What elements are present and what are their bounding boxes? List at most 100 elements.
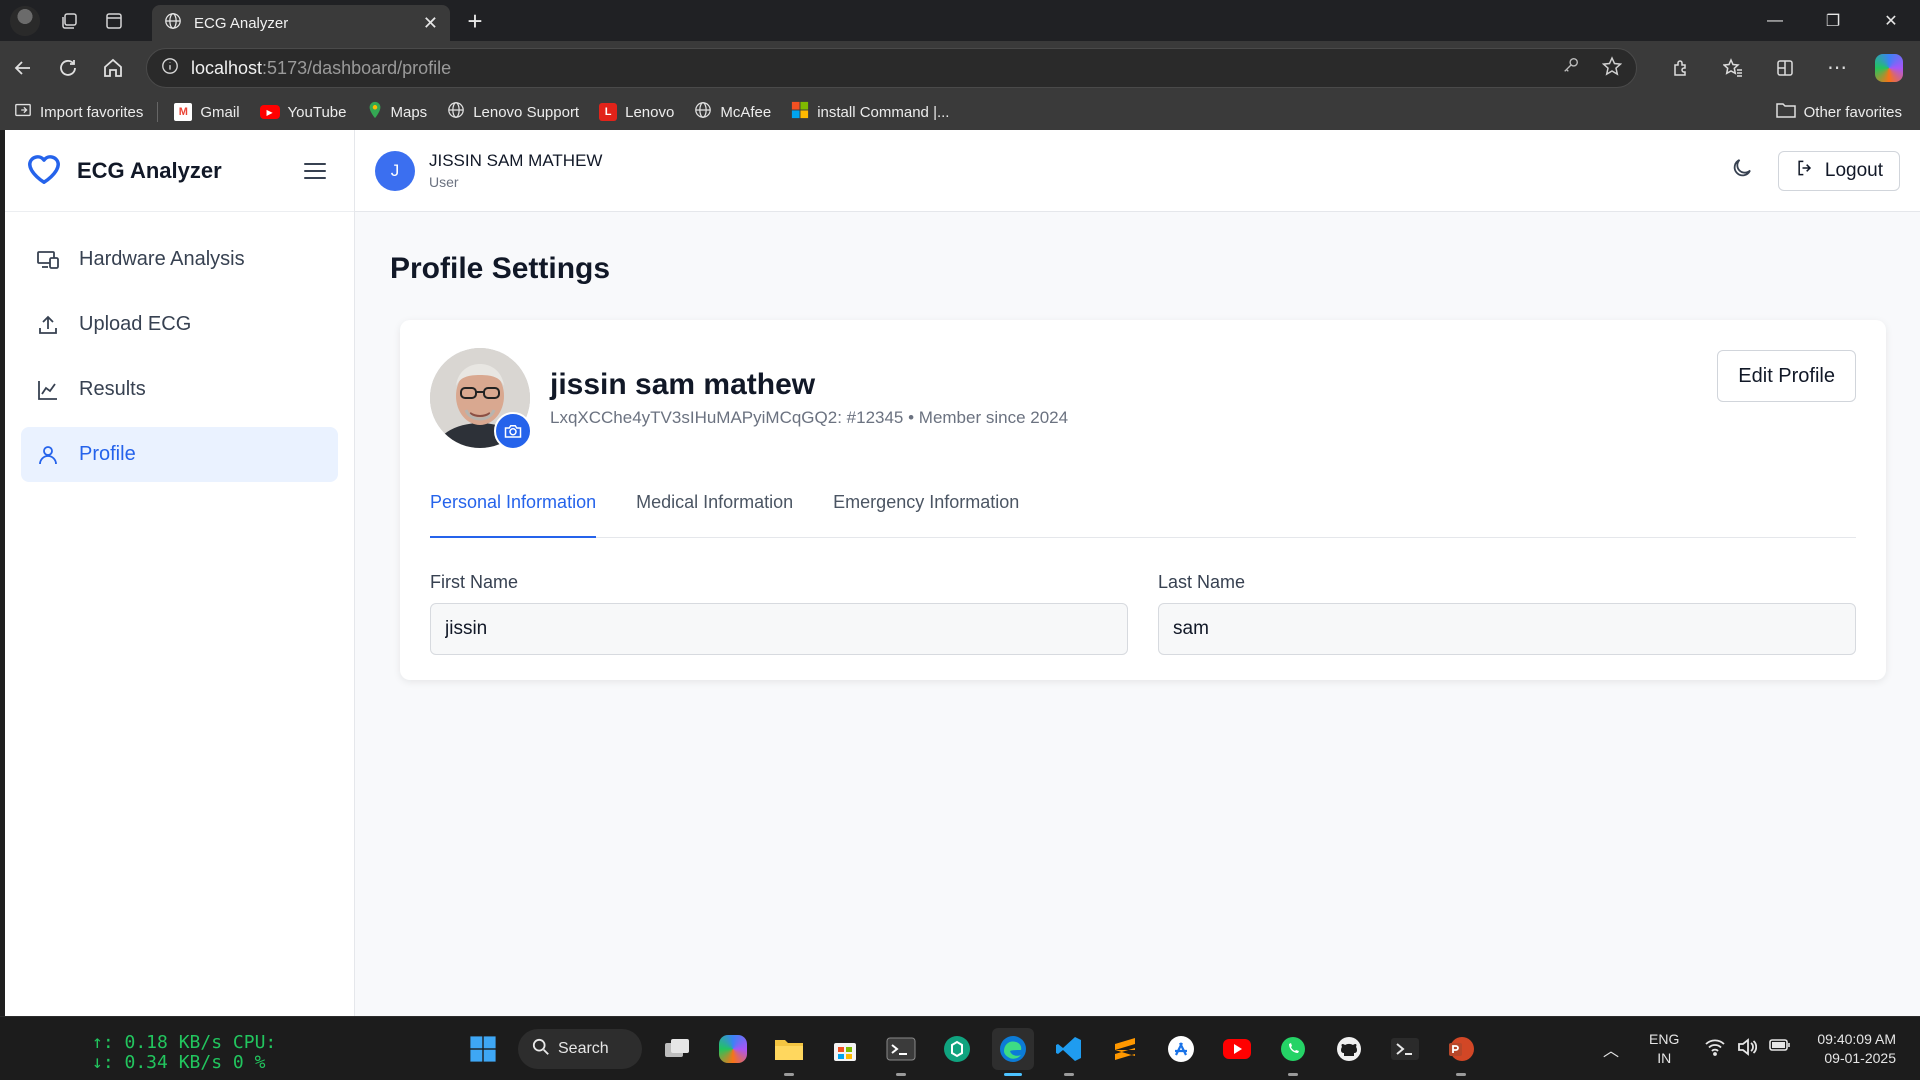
network-monitor: ↑: 0.18 KB/s CPU: ↓: 0.34 KB/s 0 % xyxy=(92,1033,276,1073)
maps-icon xyxy=(367,101,383,123)
import-icon xyxy=(14,101,32,123)
github-icon[interactable] xyxy=(1328,1028,1370,1070)
sidebar-item-upload-ecg[interactable]: Upload ECG xyxy=(21,297,338,352)
key-icon[interactable] xyxy=(1562,56,1580,81)
minimize-icon[interactable]: — xyxy=(1746,0,1804,41)
terminal-icon[interactable] xyxy=(880,1028,922,1076)
last-name-input[interactable] xyxy=(1158,603,1856,655)
copilot-app-icon[interactable] xyxy=(712,1028,754,1070)
lang-bottom: IN xyxy=(1657,1050,1672,1066)
profile-card: jissin sam mathew LxqXCChe4yTV3sIHuMAPyi… xyxy=(400,320,1886,680)
sidebar-item-hardware-analysis[interactable]: Hardware Analysis xyxy=(21,232,338,287)
restore-icon[interactable]: ❐ xyxy=(1804,0,1862,41)
youtube-icon: ▶ xyxy=(259,105,280,119)
tab-emergency-information[interactable]: Emergency Information xyxy=(833,486,1019,537)
bookmark-mcafee[interactable]: McAfee xyxy=(694,101,771,123)
bookmark-label: install Command |... xyxy=(817,103,950,121)
collections-icon[interactable] xyxy=(1766,49,1804,87)
edit-profile-button[interactable]: Edit Profile xyxy=(1717,350,1856,402)
address-bar[interactable]: localhost:5173/dashboard/profile xyxy=(146,48,1637,88)
profile-tabs: Personal Information Medical Information… xyxy=(430,486,1856,538)
bookmark-label: Maps xyxy=(390,103,428,121)
refresh-icon[interactable] xyxy=(46,46,90,90)
bookmark-maps[interactable]: Maps xyxy=(367,101,428,123)
powerpoint-icon[interactable] xyxy=(1440,1028,1482,1076)
sublime-icon[interactable] xyxy=(1104,1028,1146,1070)
browser-tab-bar: ECG Analyzer ✕ + — ❐ ✕ xyxy=(0,0,1920,41)
bookmark-lenovo[interactable]: L Lenovo xyxy=(599,103,674,121)
clock[interactable]: 09:40:09 AM 09-01-2025 xyxy=(1817,1030,1896,1068)
app-header: J JISSIN SAM MATHEW User Logout xyxy=(355,130,1920,212)
hamburger-menu-icon[interactable] xyxy=(304,162,326,179)
taskbar-search[interactable]: Search xyxy=(518,1029,642,1069)
browser-profile-avatar[interactable] xyxy=(10,5,40,36)
extensions-icon[interactable] xyxy=(1662,49,1700,87)
clock-date: 09-01-2025 xyxy=(1824,1050,1896,1066)
bookmark-label: Import favorites xyxy=(40,103,144,121)
language-indicator[interactable]: ENG IN xyxy=(1649,1030,1679,1068)
new-tab-button[interactable]: + xyxy=(458,4,492,38)
sidebar-item-label: Hardware Analysis xyxy=(79,248,245,270)
logout-button[interactable]: Logout xyxy=(1777,150,1900,191)
bookmark-label: YouTube xyxy=(287,103,347,121)
vertical-tabs-icon[interactable] xyxy=(92,0,136,41)
workspaces-icon[interactable] xyxy=(48,0,92,41)
powershell-icon[interactable] xyxy=(1384,1028,1426,1070)
last-name-label: Last Name xyxy=(1158,572,1246,592)
tray-icons[interactable] xyxy=(1705,1037,1791,1061)
profile-info: jissin sam mathew LxqXCChe4yTV3sIHuMAPyi… xyxy=(550,368,1068,428)
vscode-icon[interactable] xyxy=(1048,1028,1090,1076)
first-name-label: First Name xyxy=(430,572,519,592)
other-favorites-label: Other favorites xyxy=(1803,103,1902,121)
close-window-icon[interactable]: ✕ xyxy=(1862,0,1920,41)
profile-header: jissin sam mathew LxqXCChe4yTV3sIHuMAPyi… xyxy=(430,348,1856,450)
sidebar-item-results[interactable]: Results xyxy=(21,362,338,417)
back-arrow-icon[interactable] xyxy=(1,46,45,90)
brand-name: ECG Analyzer xyxy=(77,157,222,183)
whatsapp-icon[interactable] xyxy=(1272,1028,1314,1076)
first-name-input[interactable] xyxy=(430,603,1128,655)
camera-icon[interactable] xyxy=(494,412,532,450)
favorites-icon[interactable] xyxy=(1714,49,1752,87)
tab-personal-information[interactable]: Personal Information xyxy=(430,486,597,538)
avatar[interactable]: J xyxy=(375,150,415,191)
home-icon[interactable] xyxy=(91,46,135,90)
sidebar: ECG Analyzer Hardware Analysis Upload EC… xyxy=(5,130,355,1016)
bookmark-import-favorites[interactable]: Import favorites xyxy=(14,101,143,123)
task-view-icon[interactable] xyxy=(656,1028,698,1070)
clock-time: 09:40:09 AM xyxy=(1817,1031,1896,1047)
volume-icon xyxy=(1737,1037,1758,1061)
edge-browser-icon[interactable] xyxy=(992,1028,1034,1076)
bookmark-lenovo-support[interactable]: Lenovo Support xyxy=(447,101,579,123)
copilot-icon[interactable] xyxy=(1870,49,1908,87)
wifi-icon xyxy=(1705,1038,1725,1061)
chatgpt-icon[interactable] xyxy=(936,1028,978,1070)
bookmark-label: Lenovo Support xyxy=(473,103,580,121)
logout-icon xyxy=(1795,158,1815,184)
favorite-star-icon[interactable] xyxy=(1601,55,1623,81)
globe-icon xyxy=(694,101,712,123)
chevron-up-icon[interactable]: ︿ xyxy=(1603,1037,1619,1061)
other-favorites[interactable]: Other favorites xyxy=(1775,94,1902,130)
bookmark-youtube[interactable]: ▶ YouTube xyxy=(259,103,347,121)
bookmark-install-command[interactable]: install Command |... xyxy=(791,101,949,123)
tab-medical-information[interactable]: Medical Information xyxy=(636,486,793,537)
page-title: Profile Settings xyxy=(390,252,611,285)
sidebar-item-profile[interactable]: Profile xyxy=(21,427,338,482)
cpu-value: 0 % xyxy=(232,1052,266,1073)
bookmark-gmail[interactable]: M Gmail xyxy=(174,103,240,121)
windows-start-icon[interactable] xyxy=(462,1028,504,1070)
window-controls: — ❐ ✕ xyxy=(1746,0,1920,41)
site-info-icon[interactable] xyxy=(161,57,179,80)
more-options-icon[interactable]: ⋯ xyxy=(1818,49,1856,87)
app-store-icon[interactable] xyxy=(1160,1028,1202,1070)
close-tab-icon[interactable]: ✕ xyxy=(423,13,438,34)
sidebar-nav: Hardware Analysis Upload ECG Results Pro… xyxy=(5,212,354,502)
dark-mode-toggle-icon[interactable] xyxy=(1730,156,1754,185)
tab-ecg-analyzer[interactable]: ECG Analyzer ✕ xyxy=(152,5,450,41)
user-name: JISSIN SAM MATHEW xyxy=(429,151,603,170)
microsoft-store-icon[interactable] xyxy=(824,1028,866,1070)
file-explorer-icon[interactable] xyxy=(768,1028,810,1076)
youtube-app-icon[interactable] xyxy=(1216,1028,1258,1070)
tab-title: ECG Analyzer xyxy=(194,14,289,32)
